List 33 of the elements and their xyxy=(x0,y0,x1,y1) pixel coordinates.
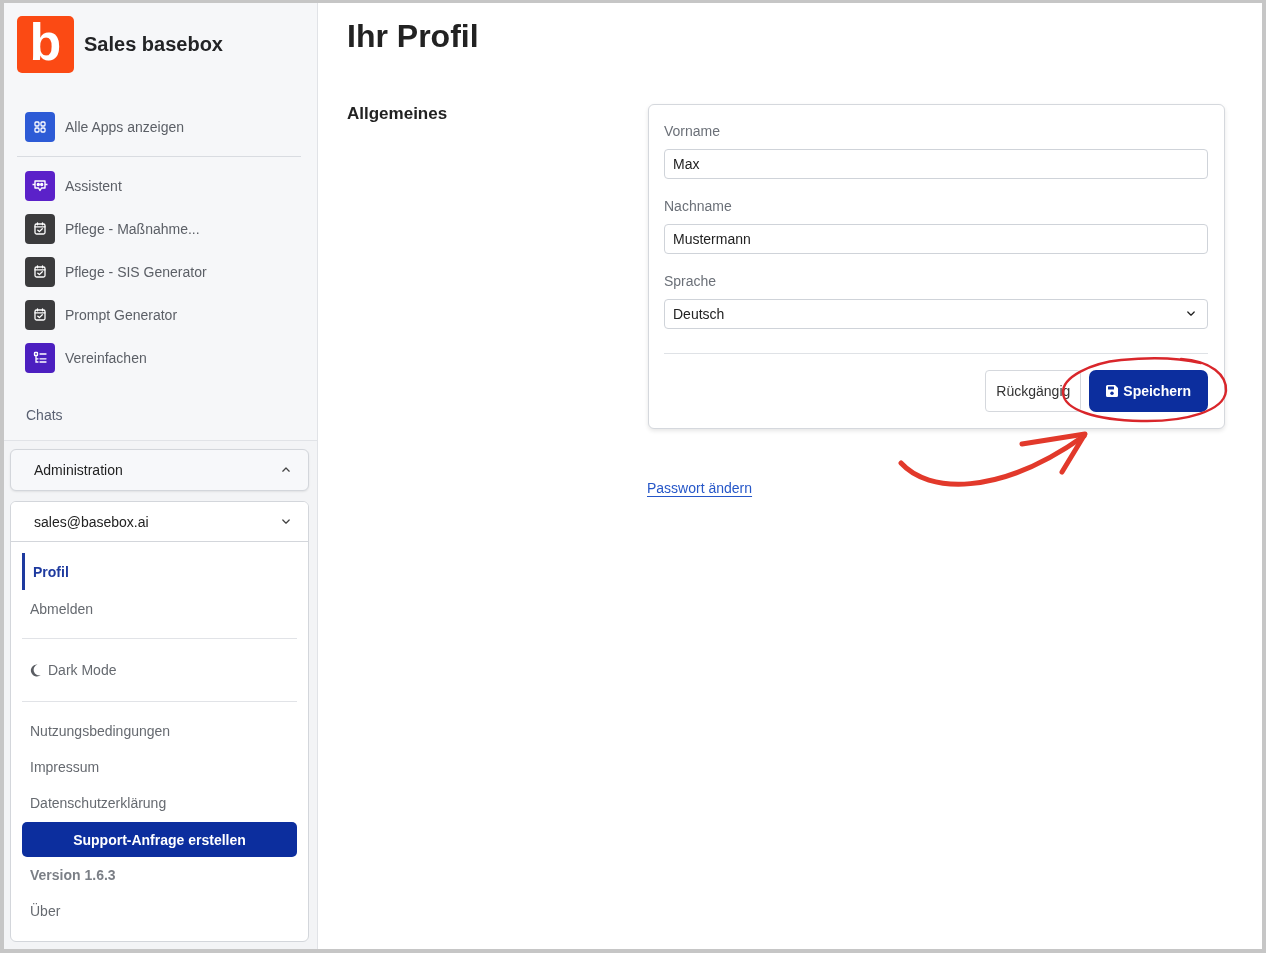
text-input[interactable]: Max xyxy=(664,149,1208,179)
administration-accordion[interactable]: Administration xyxy=(10,449,309,491)
field-label: Nachname xyxy=(664,197,733,216)
brand-title: Sales basebox xyxy=(84,33,223,56)
app-nav-item[interactable]: Assistent xyxy=(17,171,301,201)
account-accordion[interactable]: sales@basebox.ai xyxy=(11,502,308,542)
chats-heading: Chats xyxy=(25,406,64,424)
version-label: Version 1.6.3 xyxy=(29,866,116,885)
brand-logo: b xyxy=(17,16,74,73)
about-link[interactable]: Über xyxy=(22,893,61,929)
app-nav-item[interactable]: Pflege - SIS Generator xyxy=(17,257,301,287)
moon-icon xyxy=(30,663,41,677)
app-nav-item[interactable]: Pflege - Maßnahme... xyxy=(17,214,301,244)
field-label: Sprache xyxy=(664,272,718,291)
save-button[interactable]: Speichern xyxy=(1089,370,1208,412)
app-nav-item[interactable]: Prompt Generator xyxy=(17,300,301,330)
app-nav-item[interactable]: Alle Apps anzeigen xyxy=(17,112,301,142)
field-label: Vorname xyxy=(664,122,722,141)
support-request-button[interactable]: Support-Anfrage erstellen xyxy=(22,822,297,857)
footer-link[interactable]: Impressum xyxy=(22,749,100,785)
footer-link[interactable]: Datenschutzerklärung xyxy=(22,785,167,821)
language-select[interactable]: Deutsch xyxy=(664,299,1208,329)
footer-link[interactable]: Nutzungsbedingungen xyxy=(22,713,171,749)
account-menu-item[interactable]: Profil xyxy=(22,553,297,590)
dark-mode-toggle[interactable]: Dark Mode xyxy=(22,650,123,690)
text-input[interactable]: Mustermann xyxy=(664,224,1208,254)
save-icon xyxy=(1106,385,1119,397)
chevron-down-icon xyxy=(1185,310,1197,318)
app-nav-item[interactable]: Vereinfachen xyxy=(17,343,301,373)
account-menu-item[interactable]: Abmelden xyxy=(22,590,297,627)
page-title: Ihr Profil xyxy=(347,17,480,56)
section-heading: Allgemeines xyxy=(347,104,449,125)
change-password-link[interactable]: Passwort ändern xyxy=(647,480,753,496)
